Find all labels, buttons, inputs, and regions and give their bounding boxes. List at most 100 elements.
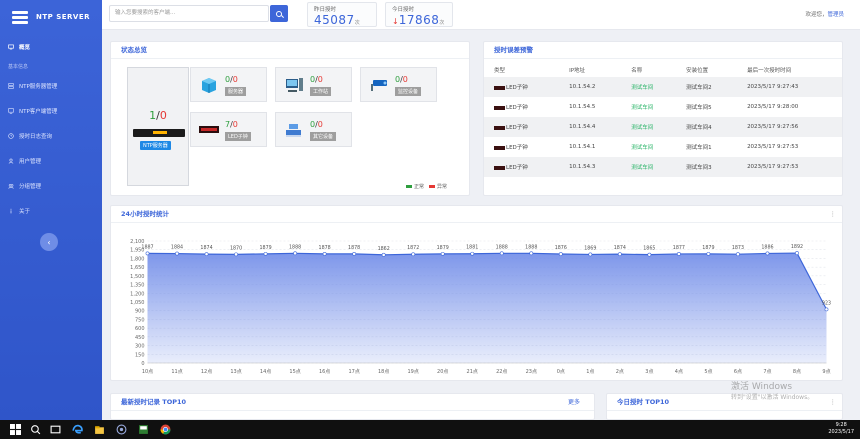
y-tick-label: 900 xyxy=(135,309,145,315)
server-stack-icon xyxy=(12,10,28,24)
time-cell: 2023/5/17 9:27:56 xyxy=(737,117,842,137)
data-point xyxy=(824,307,829,312)
sidebar-item-label: 概览 xyxy=(19,44,31,51)
windows-activation-watermark: 激活 Windows 转到"设置"以激活 Windows。 xyxy=(731,379,813,401)
data-label: 923 xyxy=(822,300,831,306)
data-label: 1892 xyxy=(791,244,803,250)
sidebar-item-label: 用户管理 xyxy=(19,158,42,165)
hourly-area-chart: 0 150 300 450 600 750 900 1,050 1,200 1,350 1,500 1… xyxy=(130,239,831,375)
more-options-icon[interactable]: ⋮ xyxy=(830,394,837,411)
yesterday-unit: 次 xyxy=(354,20,360,26)
brand[interactable]: NTP SERVER xyxy=(0,0,102,34)
search-input[interactable]: 输入您要搜索的客户端... xyxy=(109,5,269,22)
device-card-server[interactable]: 0/0 服务器 xyxy=(190,67,267,102)
column-header: 名称 xyxy=(631,68,643,74)
ip-cell-text: 10.1.54.4 xyxy=(569,124,596,130)
data-label: 1879 xyxy=(702,245,714,251)
time-cell: 2023/5/17 9:27:43 xyxy=(737,77,842,97)
data-point xyxy=(352,251,357,256)
sidebar-item-label: 分组管理 xyxy=(19,183,42,190)
sidebar: NTP SERVER 概览 基本信息 NTP服务器管理 NTP客户端管理 授时日… xyxy=(0,0,102,420)
arrow-down-icon: ↓ xyxy=(392,17,399,26)
info-icon xyxy=(10,208,12,213)
windows-start-icon[interactable] xyxy=(10,424,21,435)
device-card-workstation[interactable]: 0/0 工作站 xyxy=(275,67,352,102)
device-card-camera[interactable]: 0/0 监控设备 xyxy=(360,67,437,102)
type-cell-text: LED子钟 xyxy=(506,145,528,151)
name-cell-text: 测试车间 xyxy=(631,145,654,151)
watermark-subtitle: 转到"设置"以激活 Windows。 xyxy=(731,394,814,401)
more-link[interactable]: 更多 xyxy=(568,394,580,411)
table-row[interactable]: LED子钟 10.1.54.3 测试车间 测试车间3 2023/5/17 9:27:53 xyxy=(484,157,842,177)
time-cell-text: 2023/5/17 9:28:00 xyxy=(747,104,799,110)
column-header: 最后一次授时时间 xyxy=(747,68,792,74)
x-tick-label: 17点 xyxy=(348,369,359,375)
x-tick-label: 8点 xyxy=(793,369,801,375)
time-cell: 2023/5/17 9:28:00 xyxy=(737,97,842,117)
camera-icon xyxy=(371,80,387,91)
user-link[interactable]: 管理员 xyxy=(827,12,844,18)
sidebar-collapse-button[interactable]: ‹ xyxy=(40,233,58,251)
other-device-icon xyxy=(286,124,301,137)
more-options-icon[interactable]: ⋮ xyxy=(830,206,837,223)
sidebar-item-about[interactable]: 关于 xyxy=(0,198,102,223)
sidebar-item-groups[interactable]: 分组管理 xyxy=(0,173,102,198)
device-card-led-clock[interactable]: 7/0 LED子钟 xyxy=(190,112,267,147)
table-header: 类型 IP地址 名称 安装位置 最后一次授时时间 xyxy=(484,63,842,77)
x-tick-label: 18点 xyxy=(378,369,389,375)
x-tick-label: 5点 xyxy=(704,369,712,375)
task-view-icon[interactable] xyxy=(50,424,61,435)
hourly-chart-panel: 24小时授时统计 ⋮ 0 150 300 450 600 750 900 1,050 1,200 1… xyxy=(110,205,843,381)
column-header: 安装位置 xyxy=(686,68,709,74)
search-icon[interactable] xyxy=(30,424,41,435)
table-row[interactable]: LED子钟 10.1.54.4 测试车间 测试车间4 2023/5/17 9:27:56 xyxy=(484,117,842,137)
time-cell-text: 2023/5/17 9:27:53 xyxy=(747,144,799,150)
device-card-other[interactable]: 0/0 其它设备 xyxy=(275,112,352,147)
file-explorer-icon[interactable] xyxy=(94,424,105,435)
sidebar-item-logs[interactable]: 授时日志查询 xyxy=(0,123,102,148)
chrome-browser-icon[interactable] xyxy=(160,424,171,435)
name-cell: 测试车间 xyxy=(621,97,676,117)
x-tick-label: 20点 xyxy=(437,369,448,375)
system-clock[interactable]: 9:28 2023/5/17 xyxy=(828,422,854,436)
edge-browser-icon[interactable] xyxy=(72,424,83,435)
data-point xyxy=(558,252,563,256)
data-point xyxy=(145,251,150,256)
name-cell-text: 测试车间 xyxy=(631,105,654,111)
data-label: 1874 xyxy=(200,245,212,251)
data-point xyxy=(322,251,327,256)
data-point xyxy=(175,251,179,256)
log-icon xyxy=(8,132,14,139)
sidebar-item-ntp-clients[interactable]: NTP客户端管理 xyxy=(0,98,102,123)
ntp-ok-count: 1 xyxy=(149,109,157,122)
data-point xyxy=(440,251,445,256)
alerts-panel: 授时误差预警 类型 IP地址 名称 安装位置 最后一次授时时间 LED子钟 10.… xyxy=(483,41,843,196)
table-row[interactable]: LED子钟 10.1.54.2 测试车间 测试车间2 2023/5/17 9:27:43 xyxy=(484,77,842,97)
client-icon xyxy=(8,107,14,114)
device-count: 0/0 xyxy=(310,120,323,129)
place-cell: 测试车间4 xyxy=(676,117,738,137)
place-cell: 测试车间2 xyxy=(676,77,738,97)
topbar: 输入您要搜索的客户端... 昨日授时 45087次 今日授时 ↓17868次 欢… xyxy=(102,0,860,30)
sidebar-item-users[interactable]: 用户管理 xyxy=(0,148,102,173)
sidebar-item-ntp-servers[interactable]: NTP服务器管理 xyxy=(0,73,102,98)
name-cell: 测试车间 xyxy=(621,77,677,97)
type-cell: LED子钟 xyxy=(484,77,560,97)
terminal-app-icon[interactable] xyxy=(138,424,149,435)
table-row[interactable]: LED子钟 10.1.54.1 测试车间 测试车间1 2023/5/17 9:27:53 xyxy=(484,137,842,157)
data-label: 1884 xyxy=(171,245,183,251)
table-row[interactable]: LED子钟 10.1.54.5 测试车间 测试车间5 2023/5/17 9:28:00 xyxy=(484,97,842,117)
panel-title: 最新授时记录 TOP10 更多 xyxy=(111,394,594,411)
network-app-icon[interactable] xyxy=(116,424,127,435)
sidebar-item-overview[interactable]: 概览 xyxy=(0,34,102,59)
place-cell: 测试车间5 xyxy=(676,97,737,117)
search-button[interactable] xyxy=(270,5,288,22)
ip-cell-text: 10.1.54.1 xyxy=(569,144,596,150)
x-tick-label: 13点 xyxy=(230,369,241,375)
data-point xyxy=(381,252,386,257)
ntp-server-card[interactable]: 1/0 NTP服务器 xyxy=(127,67,189,186)
data-point xyxy=(706,251,711,256)
sidebar-section-label: 基本信息 xyxy=(8,64,29,70)
ip-cell-text: 10.1.54.5 xyxy=(569,104,596,110)
x-tick-label: 23点 xyxy=(526,369,537,375)
